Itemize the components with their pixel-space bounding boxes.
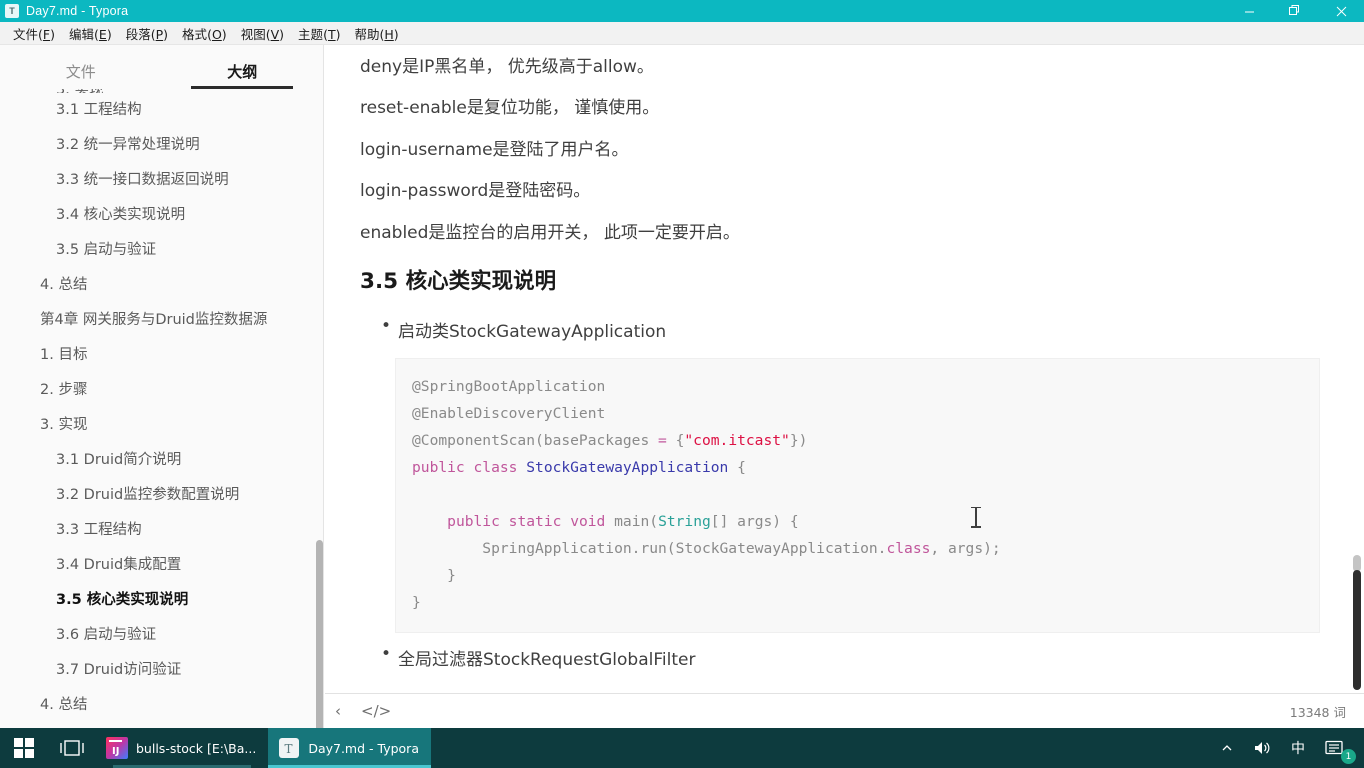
svg-text:T: T [285,742,293,756]
system-tray: 中 1 [1211,728,1364,768]
word-count-label[interactable]: 13348 词 [1290,702,1346,721]
notifications-icon[interactable]: 1 [1315,728,1358,768]
volume-icon[interactable] [1243,728,1281,768]
restore-button[interactable] [1272,0,1318,22]
menu-edit[interactable]: 编辑(E) [62,22,119,45]
menu-file[interactable]: 文件(F) [6,22,62,45]
sidebar-tabs: 文件 大纲 [0,45,323,89]
outline-item-3[interactable]: 3.3 统一接口数据返回说明 [0,163,323,198]
ime-chinese-icon[interactable]: 中 [1281,728,1315,768]
outline-item-1[interactable]: 3.1 工程结构 [0,93,323,128]
minimize-button[interactable] [1226,0,1272,22]
bullet-list-2: 全局过滤器StockRequestGlobalFilter [360,644,1324,670]
close-button[interactable] [1318,0,1364,22]
windows-taskbar: IJ bulls-stock [E:\Ba... T Day7.md - Typ… [0,728,1364,768]
task-view-icon[interactable] [48,728,96,768]
paragraph-login-username: login-username是登陆了用户名。 [360,139,629,160]
taskbar-label-typora: Day7.md - Typora [308,740,419,756]
outline-item-16[interactable]: 3.6 启动与验证 [0,618,323,653]
outline-item-11[interactable]: 3.1 Druid简介说明 [0,443,323,478]
code-content: @SpringBootApplication @EnableDiscoveryC… [412,377,1001,611]
menu-paragraph[interactable]: 段落(P) [119,22,175,45]
typora-app-icon: T [5,4,19,18]
editor-area[interactable]: deny是IP黑名单， 优先级高于allow。 reset-enable是复位功… [325,45,1364,693]
tab-files[interactable]: 文件 [0,61,162,89]
window-controls [1226,0,1364,22]
show-hidden-icons-icon[interactable] [1211,728,1243,768]
windows-start-icon[interactable] [0,728,48,768]
sidebar-scrollbar[interactable] [316,540,323,728]
menu-view[interactable]: 视图(V) [234,22,291,45]
outline-item-15[interactable]: 3.5 核心类实现说明 [0,583,323,618]
taskbar-button-intellij[interactable]: IJ bulls-stock [E:\Ba... [96,728,268,768]
menu-bar: 文件(F) 编辑(E) 段落(P) 格式(O) 视图(V) 主题(T) 帮助(H… [0,22,1364,45]
menu-theme[interactable]: 主题(T) [291,22,347,45]
outline-item-10[interactable]: 3. 实现 [0,408,323,443]
sidebar-panel: 文件 大纲 3. 实现 3.1 工程结构 3.2 统一异常处理说明 3.3 统一… [0,45,324,728]
taskbar-label-intellij: bulls-stock [E:\Ba... [136,740,257,756]
taskbar-button-typora[interactable]: T Day7.md - Typora [268,728,431,768]
bullet-list-1: 启动类StockGatewayApplication [360,316,1324,342]
tab-outline[interactable]: 大纲 [162,61,324,89]
paragraph-login-password: login-password是登陆密码。 [360,181,591,202]
code-block[interactable]: @SpringBootApplication @EnableDiscoveryC… [395,357,1320,633]
text-cursor [971,506,981,528]
chevron-left-icon[interactable]: ‹ [325,702,351,720]
intellij-idea-icon: IJ [106,737,128,759]
outline-item-18[interactable]: 4. 总结 [0,688,323,723]
list-item-global-filter: 全局过滤器StockRequestGlobalFilter [360,644,1324,670]
outline-item-12[interactable]: 3.2 Druid监控参数配置说明 [0,478,323,513]
paragraph-enabled: enabled是监控台的启用开关， 此项一定要开启。 [360,222,740,243]
outline-item-9[interactable]: 2. 步骤 [0,373,323,408]
outline-item-7[interactable]: 第4章 网关服务与Druid监控数据源 [0,303,323,338]
outline-item-5[interactable]: 3.5 启动与验证 [0,233,323,268]
typora-icon: T [278,737,300,759]
outline-item-17[interactable]: 3.7 Druid访问验证 [0,653,323,688]
outline-list: 3. 实现 3.1 工程结构 3.2 统一异常处理说明 3.3 统一接口数据返回… [0,89,323,728]
svg-text:IJ: IJ [112,746,119,757]
outline-item-13[interactable]: 3.3 工程结构 [0,513,323,548]
outline-item-6[interactable]: 4. 总结 [0,268,323,303]
editor-scrollbar-thumb[interactable] [1353,570,1361,690]
outline-item-4[interactable]: 3.4 核心类实现说明 [0,198,323,233]
section-heading: 3.5 核心类实现说明 [360,268,557,294]
window-titlebar: T Day7.md - Typora [0,0,1364,22]
source-code-icon[interactable]: </> [351,702,401,720]
window-title: Day7.md - Typora [26,4,129,18]
outline-item-14[interactable]: 3.4 Druid集成配置 [0,548,323,583]
status-bar: ‹ </> 13348 词 [325,693,1364,728]
menu-format[interactable]: 格式(O) [175,22,234,45]
outline-item-8[interactable]: 1. 目标 [0,338,323,373]
outline-item-2[interactable]: 3.2 统一异常处理说明 [0,128,323,163]
paragraph-deny: deny是IP黑名单， 优先级高于allow。 [360,57,654,77]
list-item-startup-class: 启动类StockGatewayApplication [360,316,1324,342]
paragraph-reset-enable: reset-enable是复位功能， 谨慎使用。 [360,98,660,119]
menu-help[interactable]: 帮助(H) [347,22,405,45]
notification-badge: 1 [1341,749,1356,764]
document-content: deny是IP黑名单， 优先级高于allow。 reset-enable是复位功… [325,45,1364,686]
